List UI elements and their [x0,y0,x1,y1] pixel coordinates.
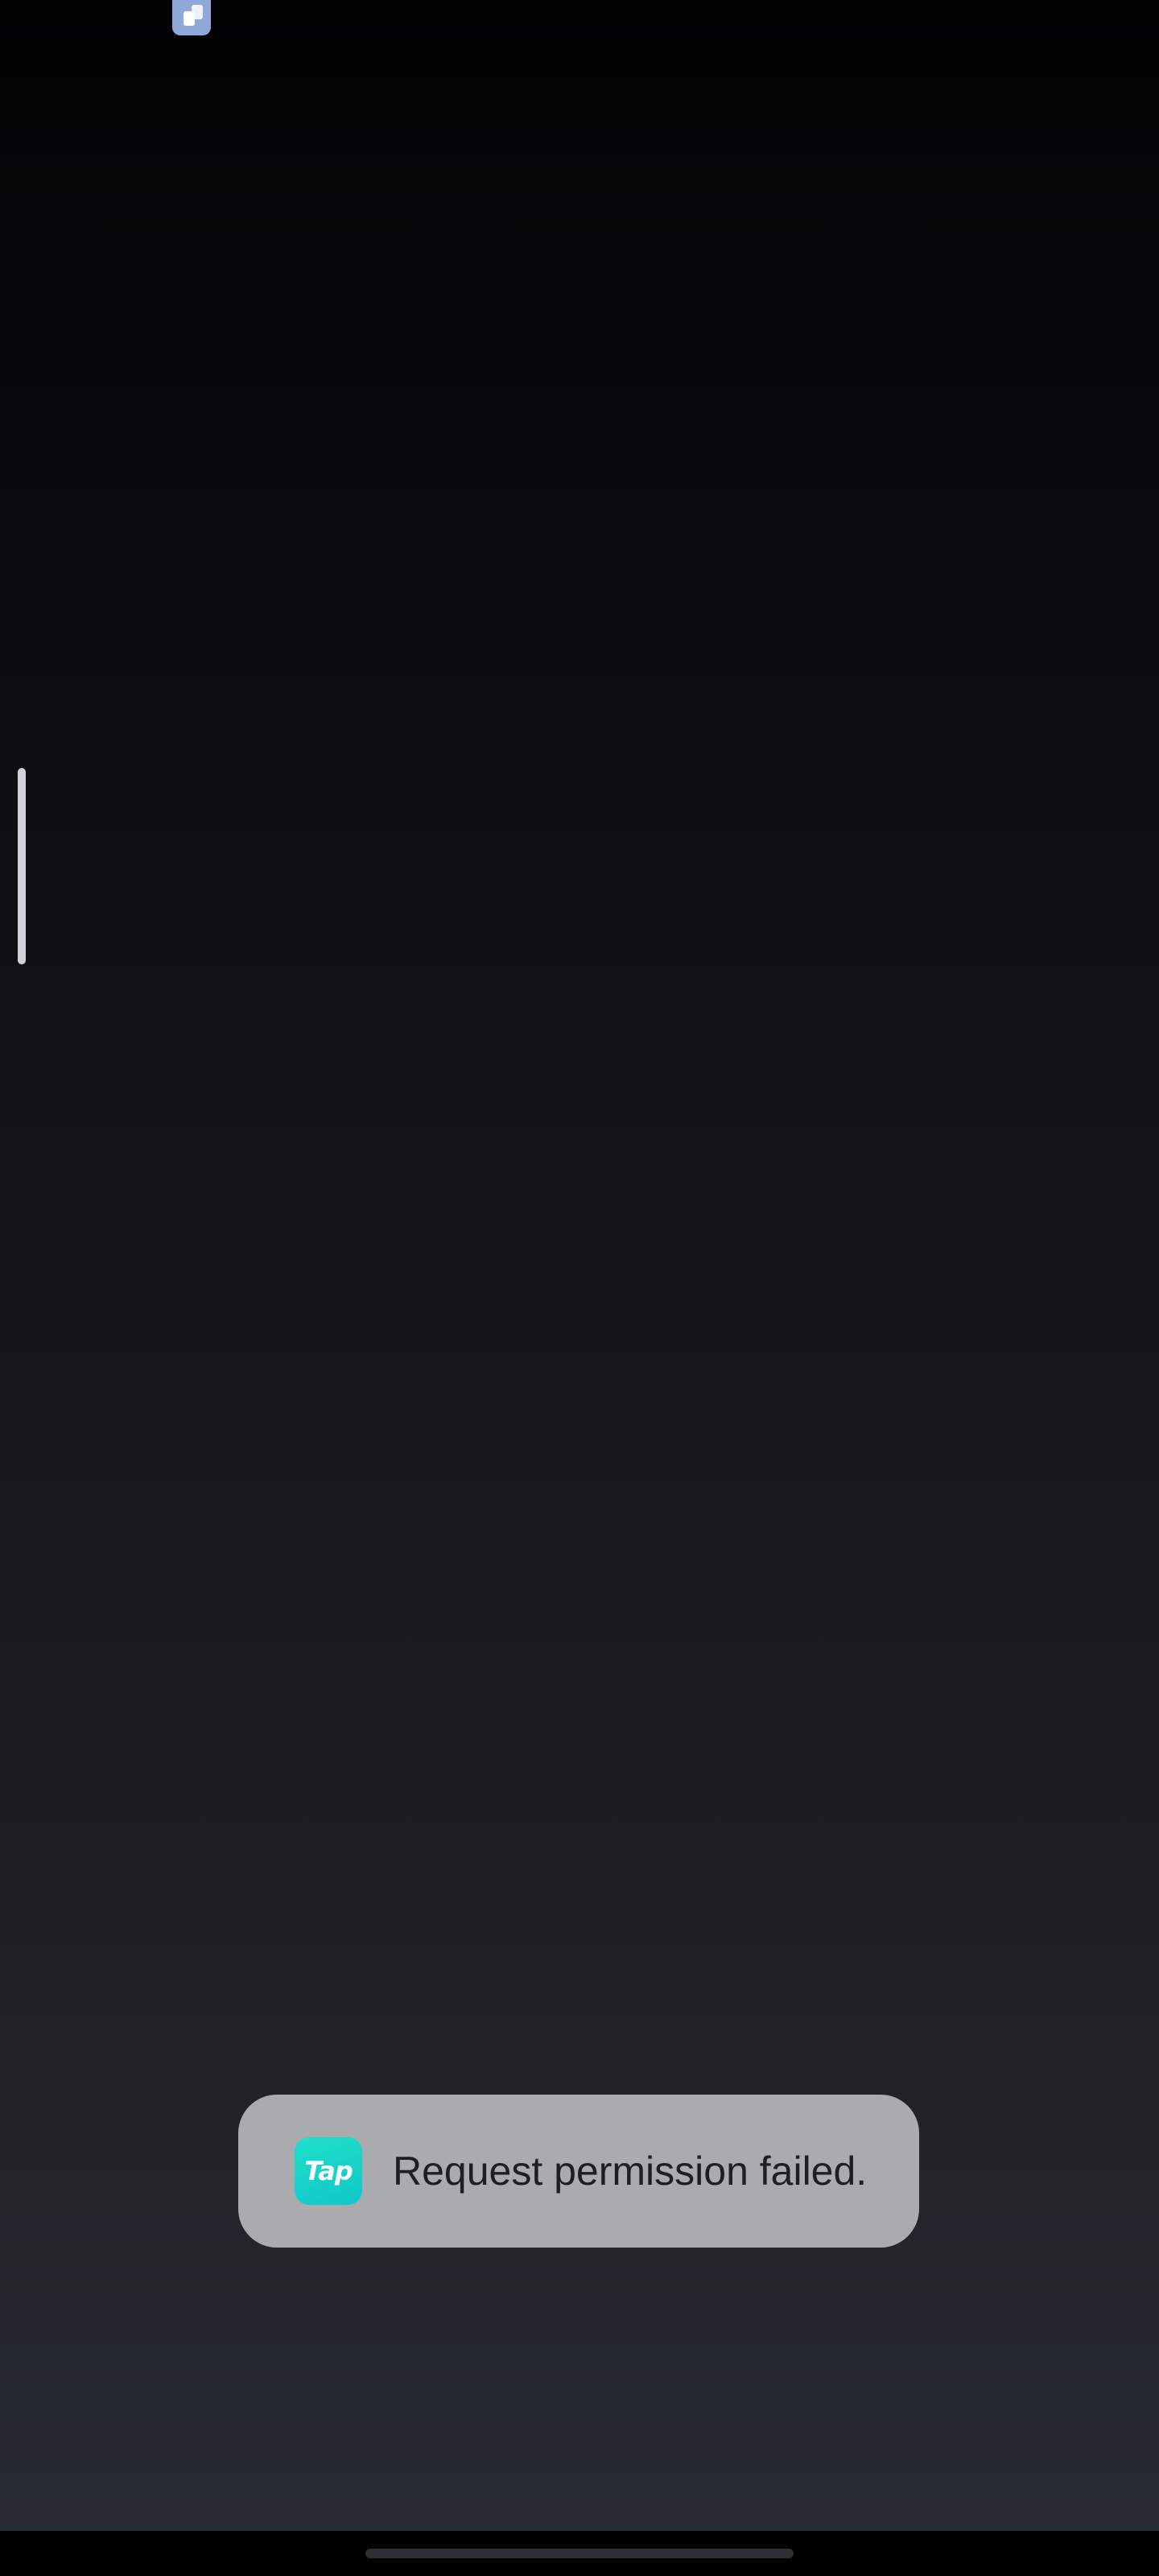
toast-notification: Tap Request permission failed. [238,2095,919,2248]
toast-message: Request permission failed. [393,2149,868,2194]
tap-app-icon: Tap [295,2137,362,2205]
app-icon-label: Tap [304,2156,353,2186]
app-screen: Tap Request permission failed. [0,0,1159,2576]
home-indicator[interactable] [365,2549,794,2558]
side-edge-handle[interactable] [18,768,26,964]
navigation-bar [0,2531,1159,2576]
multi-window-icon[interactable] [172,0,211,35]
window-shape-front [184,11,195,26]
